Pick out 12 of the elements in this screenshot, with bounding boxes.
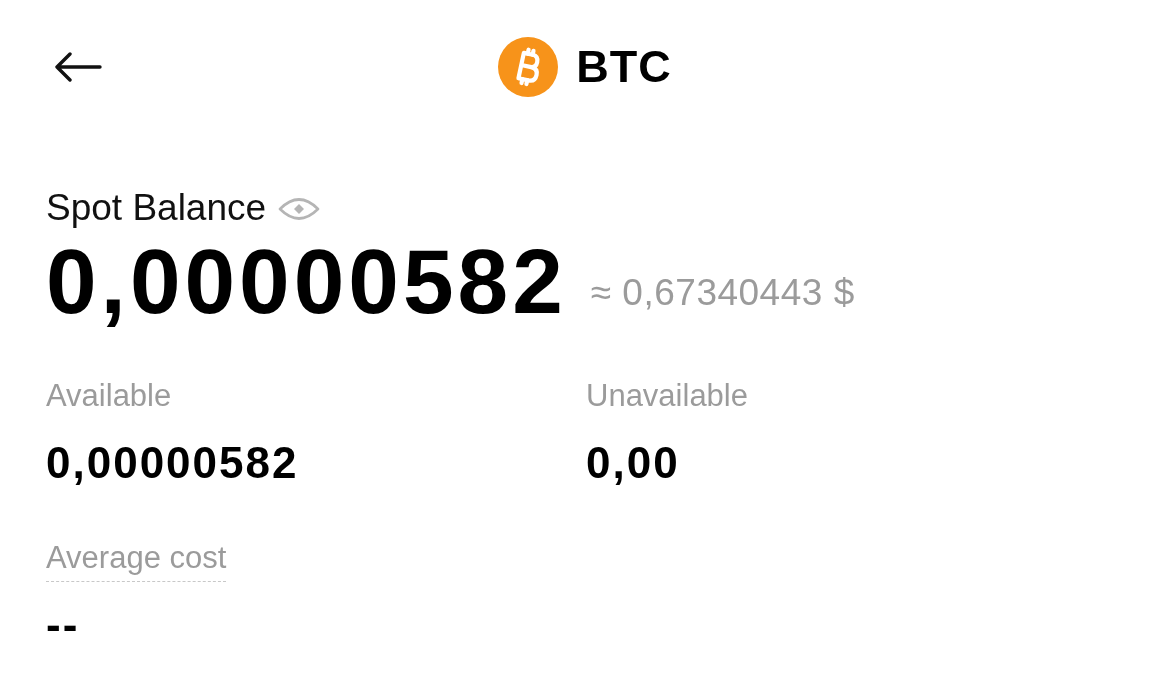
stat-value: -- (46, 599, 80, 651)
stat-value: 0,00 (586, 437, 680, 489)
stat-value: 0,00000582 (46, 437, 299, 489)
stat-label: Available (46, 377, 172, 415)
back-button[interactable] (54, 52, 102, 82)
coin-icon (498, 37, 559, 97)
stat-label: Unavailable (586, 377, 748, 415)
stat-label-link[interactable]: Average cost (46, 539, 227, 582)
balance-label: Spot Balance (46, 186, 267, 230)
balance-amount: 0,00000582 (46, 232, 567, 332)
balance-usd-value: ≈ 0,67340443 $ (590, 271, 855, 315)
coin-title: BTC (576, 41, 672, 93)
